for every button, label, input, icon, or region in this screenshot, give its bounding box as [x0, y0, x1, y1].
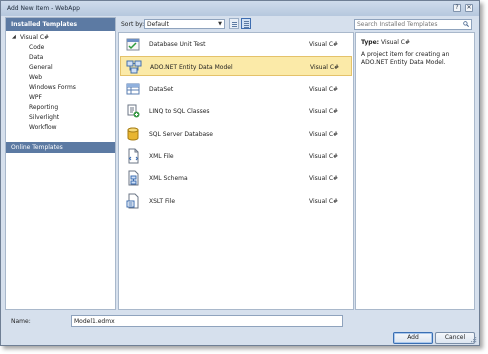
- small-icons-view-button[interactable]: [229, 18, 239, 29]
- entity-model-icon: [126, 60, 142, 74]
- sort-by-dropdown[interactable]: Default ▼: [144, 19, 225, 29]
- template-description: A project item for creating an ADO.NET E…: [361, 51, 450, 66]
- dataset-icon: [126, 83, 140, 95]
- xml-schema-icon: [128, 170, 139, 186]
- template-type: Visual C#: [309, 175, 339, 183]
- type-label: Type:: [361, 39, 380, 46]
- type-value: Visual C#: [380, 39, 411, 46]
- template-name: Database Unit Test: [149, 41, 206, 48]
- name-input[interactable]: [74, 317, 340, 326]
- type-line: Type: Visual C#: [361, 39, 469, 46]
- list-view-button[interactable]: [241, 18, 251, 29]
- template-name: XSLT File: [149, 197, 176, 205]
- tree-item-label: Web: [29, 74, 43, 81]
- tree-item-label: WPF: [29, 94, 43, 101]
- unit-test-icon: [126, 38, 140, 51]
- tree-item-label: Data: [29, 54, 44, 61]
- installed-templates-header[interactable]: Installed Templates: [6, 18, 115, 31]
- template-item[interactable]: XSLT File Visual C#: [120, 191, 352, 211]
- template-item[interactable]: ADO.NET Entity Data Model Visual C#: [120, 56, 352, 77]
- template-item[interactable]: Database Unit Test Visual C#: [120, 34, 352, 54]
- dialog-client-area: Installed Templates ◢ Visual C# Code Data…: [1, 16, 479, 345]
- template-name: LINQ to SQL Classes: [149, 108, 210, 116]
- tree-item-label: Silverlight: [29, 114, 60, 121]
- tree-item-label: Reporting: [29, 104, 59, 111]
- tree-item-label: Workflow: [29, 124, 57, 131]
- template-type: Visual C#: [310, 64, 340, 72]
- window-title: Add New Item - WebApp: [7, 5, 80, 12]
- database-icon: [127, 127, 139, 141]
- installed-templates-label: Installed Templates: [11, 21, 78, 28]
- template-name: DataSet: [149, 85, 174, 93]
- template-item[interactable]: SQL Server Database Visual C#: [120, 124, 352, 144]
- template-tree-panel: Installed Templates ◢ Visual C# Code Data…: [5, 17, 116, 310]
- template-item[interactable]: LINQ to SQL Classes Visual C#: [120, 101, 352, 121]
- template-type: Visual C#: [309, 153, 339, 160]
- template-type: Visual C#: [309, 41, 339, 48]
- template-type: Visual C#: [309, 130, 339, 138]
- template-item[interactable]: XML Schema Visual C#: [120, 168, 352, 188]
- title-bar[interactable]: Add New Item - WebApp ? ✕: [1, 1, 479, 16]
- cancel-button[interactable]: Cancel: [435, 332, 475, 344]
- name-field[interactable]: [71, 315, 343, 327]
- tree-item-label: Windows Forms: [29, 84, 76, 91]
- template-name: SQL Server Database: [149, 130, 213, 138]
- online-templates-label: Online Templates: [11, 144, 63, 151]
- dialog-window: Add New Item - WebApp ? ✕ Installed Temp…: [0, 0, 480, 346]
- tree-item-label: Visual C#: [20, 34, 50, 41]
- sort-by-value: Default: [147, 21, 169, 28]
- add-button[interactable]: Add: [393, 332, 433, 344]
- close-button[interactable]: ✕: [465, 4, 473, 12]
- template-list[interactable]: Database Unit Test Visual C# ADO.NET Entit…: [118, 32, 354, 310]
- tree-item-label: General: [29, 64, 53, 71]
- tree-item-label: Code: [29, 44, 45, 51]
- template-name: XML File: [149, 153, 174, 160]
- search-box[interactable]: [354, 19, 472, 30]
- help-button[interactable]: ?: [453, 4, 461, 12]
- search-icon[interactable]: [463, 21, 469, 27]
- resize-grip-icon[interactable]: [471, 337, 477, 343]
- template-details-panel: Type: Visual C# A project item for creat…: [355, 32, 475, 310]
- template-item[interactable]: XML File Visual C#: [120, 146, 352, 166]
- name-label: Name:: [11, 318, 31, 325]
- sort-by-label: Sort by:: [121, 21, 145, 28]
- chevron-down-icon: ▼: [218, 21, 222, 27]
- xslt-file-icon: [126, 193, 139, 209]
- template-name: ADO.NET Entity Data Model: [150, 64, 233, 72]
- template-item[interactable]: DataSet Visual C#: [120, 79, 352, 99]
- xml-file-icon: [128, 148, 139, 164]
- linq-icon: [127, 104, 140, 118]
- template-name: XML Schema: [149, 175, 188, 183]
- template-type: Visual C#: [309, 85, 339, 93]
- template-type: Visual C#: [309, 108, 339, 116]
- template-type: Visual C#: [309, 197, 339, 205]
- search-input[interactable]: [357, 20, 455, 29]
- expand-arrow-icon[interactable]: ◢: [12, 34, 16, 40]
- online-templates-item[interactable]: Online Templates: [6, 142, 115, 153]
